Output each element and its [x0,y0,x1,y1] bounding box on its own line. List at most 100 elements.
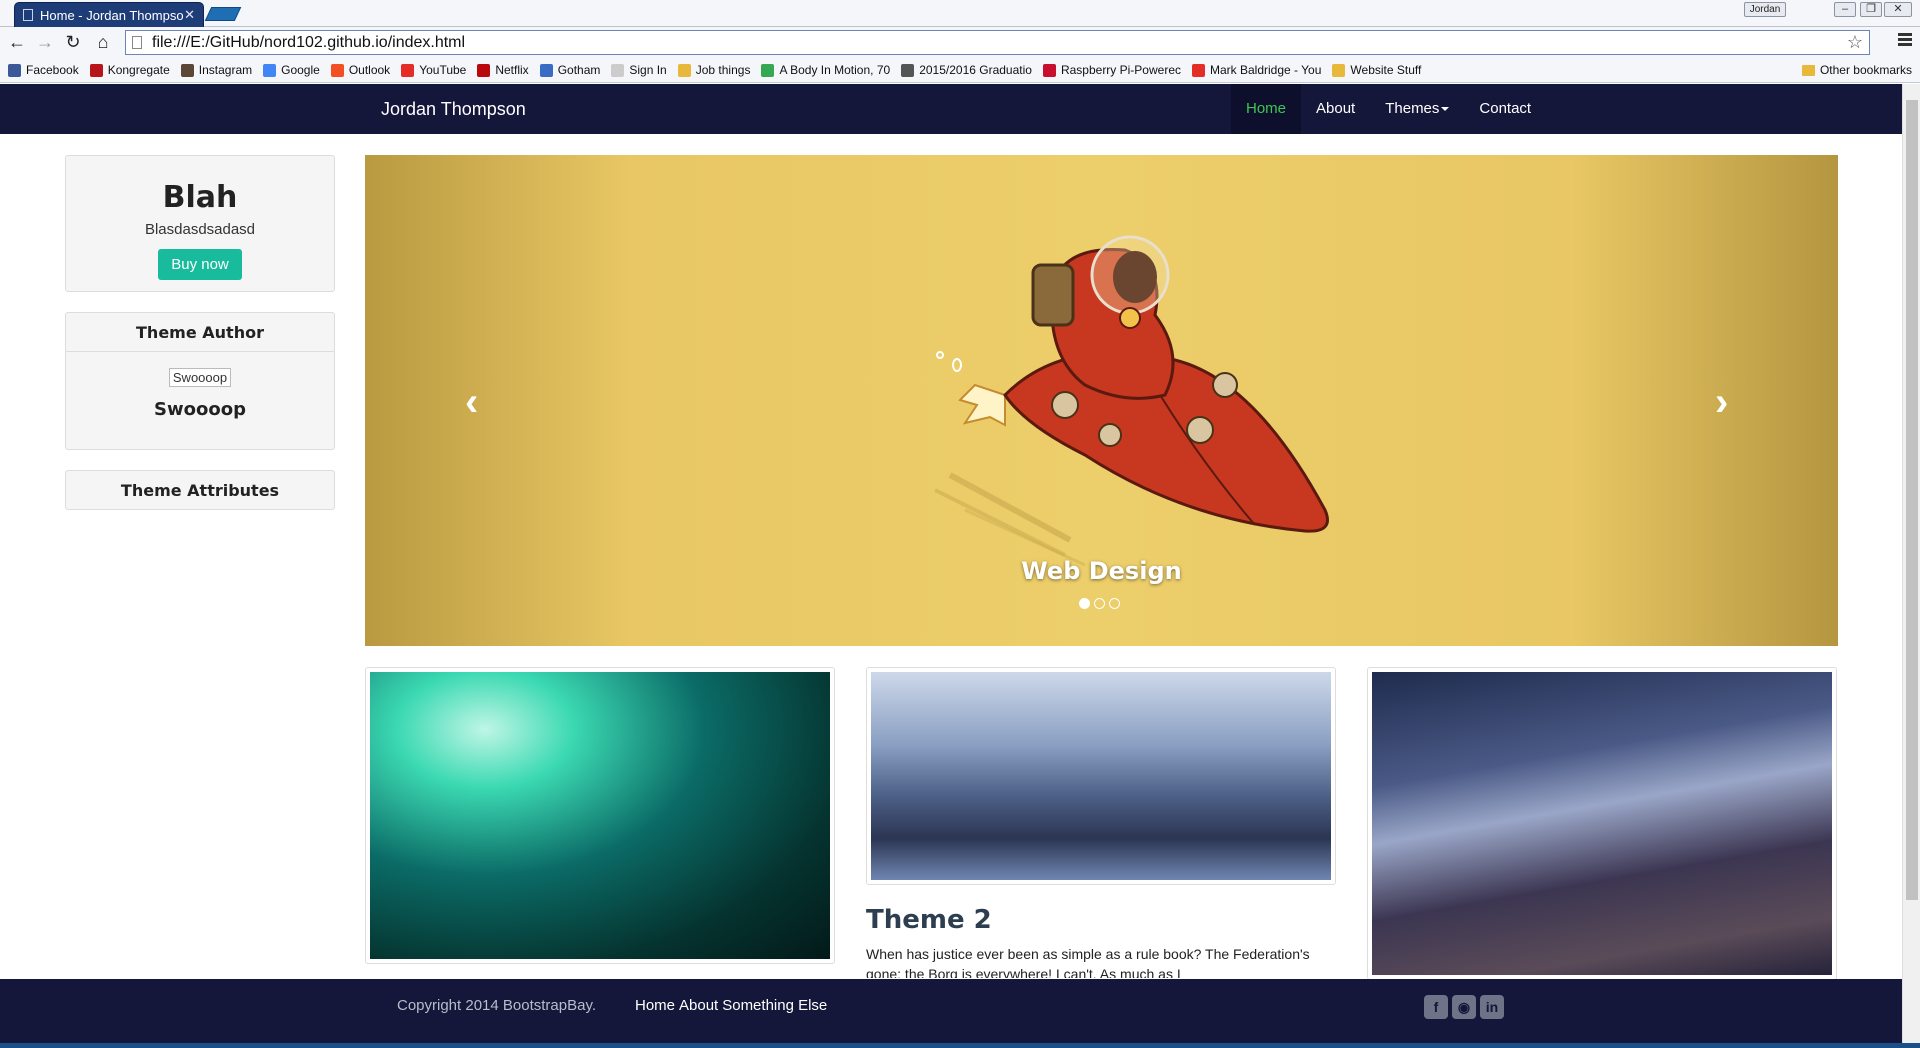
youtube-icon [1192,63,1205,77]
nav-themes[interactable]: Themes [1370,84,1464,134]
copyright-text: Copyright 2014 BootstrapBay. [397,997,597,1014]
menu-icon[interactable] [1898,33,1912,47]
bookmark-label: Outlook [348,63,391,77]
browser-tab[interactable]: Home - Jordan Thompson ✕ [14,2,204,27]
scrollbar-thumb[interactable] [1906,100,1918,900]
nav-home[interactable]: Home [1231,84,1302,134]
caret-down-icon [1441,107,1450,112]
restore-icon[interactable]: ❐ [1860,2,1882,17]
carousel-caption: Web Design [1021,557,1182,585]
minimize-icon[interactable]: – [1834,2,1856,17]
bookmark-label: Job things [695,63,751,77]
carousel-prev-icon[interactable]: ‹ [465,380,478,425]
bookmark-label: Netflix [495,63,529,77]
facebook-icon [8,63,21,77]
bookmark-star-icon[interactable]: ☆ [1847,31,1863,54]
page-icon [23,9,33,21]
theme-2-title: Theme 2 [866,905,992,935]
close-tab-icon[interactable]: ✕ [184,7,195,23]
theme-author-panel: Theme Author Swoooop Swoooop [65,312,335,450]
footer-link-something-else[interactable]: Something Else [722,997,827,1014]
bookmark-sign-in[interactable]: Sign In [611,63,667,77]
promo-title: Blah [162,180,238,215]
site-brand[interactable]: Jordan Thompson [381,84,526,134]
carousel-indicator-2[interactable] [1094,598,1105,609]
page-scrollbar[interactable] [1902,84,1920,1043]
theme-1-image [370,672,830,959]
other-bookmarks[interactable]: Other bookmarks [1789,58,1912,82]
address-bar[interactable]: file:///E:/GitHub/nord102.github.io/inde… [125,30,1870,55]
new-tab-button[interactable] [204,7,242,21]
m-icon [1042,63,1056,77]
bookmark-job-things[interactable]: Job things [677,63,751,77]
folder-icon [1801,64,1815,76]
facebook-icon[interactable]: f [1424,995,1448,1019]
gotham-icon [539,63,553,77]
theme-1-thumbnail[interactable] [365,667,835,964]
theme-3-thumbnail[interactable] [1367,667,1837,980]
graduation-icon [901,63,915,77]
footer-link-home[interactable]: Home [635,997,675,1014]
tab-title: Home - Jordan Thompson [40,7,185,23]
outlook-icon [330,63,344,77]
bookmark-raspberry-pi-powerec[interactable]: Raspberry Pi-Powerec [1042,63,1181,77]
bookmark-facebook[interactable]: Facebook [8,63,79,77]
close-window-icon[interactable]: ✕ [1884,2,1912,17]
bookmark-label: Google [281,63,320,77]
browser-toolbar: ← → ↻ ⌂ file:///E:/GitHub/nord102.github… [0,27,1920,58]
bookmark-label: Sign In [629,63,667,77]
github-icon[interactable]: ◉ [1452,995,1476,1019]
site-navbar: Jordan Thompson Home About Themes Contac… [0,84,1902,134]
footer-link-about[interactable]: About [679,997,718,1014]
buy-now-button[interactable]: Buy now [158,249,242,280]
back-icon[interactable]: ← [6,31,28,53]
home-icon[interactable]: ⌂ [92,31,114,53]
youtube-icon [401,63,415,77]
bookmark-website-stuff[interactable]: Website Stuff [1332,63,1421,77]
bookmark-a-body-in-motion-70[interactable]: A Body In Motion, 70 [761,63,890,77]
theme-attributes-heading: Theme Attributes [120,481,280,500]
reload-icon[interactable]: ↻ [62,31,84,53]
bookmark-youtube[interactable]: YouTube [401,63,466,77]
bookmark-kongregate[interactable]: Kongregate [89,63,170,77]
bookmark-label: Facebook [26,63,79,77]
linkedin-icon[interactable]: in [1480,995,1504,1019]
browser-tabstrip: Home - Jordan Thompson ✕ Jordan – ❐ ✕ [0,0,1920,27]
carousel-next-icon[interactable]: › [1715,380,1728,425]
bookmark-instagram[interactable]: Instagram [180,63,252,77]
theme-2-image [871,672,1331,880]
theme-2-description: When has justice ever been as simple as … [866,946,1310,978]
page-icon [132,36,142,49]
bookmark-label: A Body In Motion, 70 [779,63,891,77]
profile-button[interactable]: Jordan [1744,2,1786,17]
nav-themes-label: Themes [1385,100,1440,117]
hero-carousel: ‹ › Web Design [365,155,1838,646]
kongregate-icon [89,63,103,77]
bookmark-mark-baldridge-you[interactable]: Mark Baldridge - You [1192,63,1321,77]
carousel-indicators [1079,598,1124,609]
nav-contact[interactable]: Contact [1464,84,1546,134]
theme-3-image [1372,672,1832,975]
bookmark-gotham[interactable]: Gotham [539,63,600,77]
bookmark-label: Kongregate [107,63,170,77]
bookmark-label: Mark Baldridge - You [1210,63,1322,77]
bookmark-label: 2015/2016 Graduatio [919,63,1032,77]
bookmark-2015-2016-graduatio[interactable]: 2015/2016 Graduatio [901,63,1032,77]
theme-2-thumbnail[interactable] [866,667,1336,885]
promo-panel: Blah Blasdasdsadasd Buy now [65,155,335,292]
other-bookmarks-label: Other bookmarks [1819,63,1912,77]
forward-icon[interactable]: → [34,31,56,53]
bookmark-label: Website Stuff [1350,63,1422,77]
bookmark-google[interactable]: Google [263,63,320,77]
nav-about[interactable]: About [1301,84,1370,134]
theme-attributes-panel[interactable]: Theme Attributes [65,470,335,510]
instagram-icon [180,63,194,77]
url-text: file:///E:/GitHub/nord102.github.io/inde… [152,33,466,51]
carousel-indicator-3[interactable] [1109,598,1120,609]
theme-author-heading: Theme Author [66,313,334,352]
bookmark-netflix[interactable]: Netflix [477,63,529,77]
bookmark-outlook[interactable]: Outlook [330,63,391,77]
netflix-icon [477,63,491,77]
google-icon [263,63,277,77]
carousel-indicator-1[interactable] [1079,598,1090,609]
